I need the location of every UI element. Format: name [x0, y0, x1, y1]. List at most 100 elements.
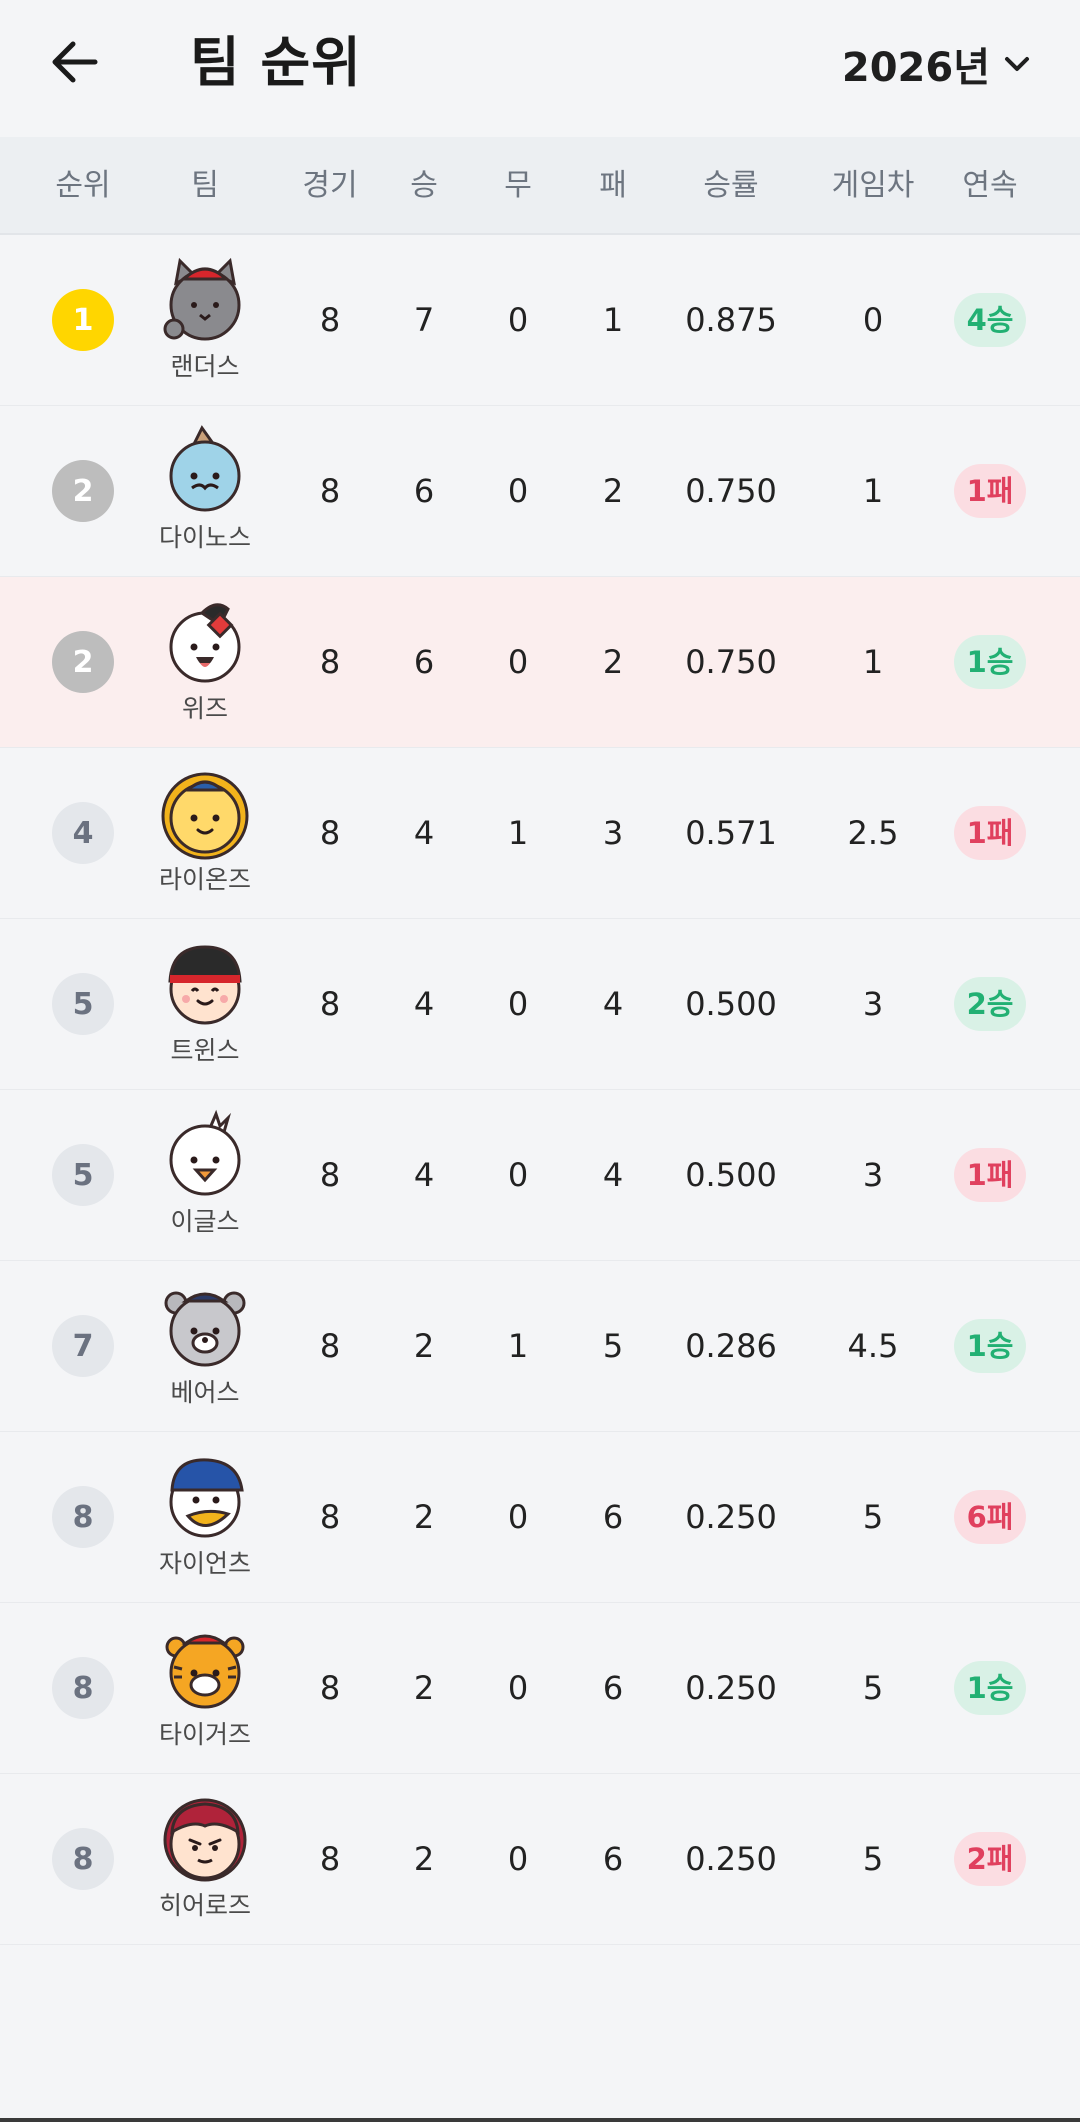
- team-row[interactable]: 1 랜더스 8 7 0 1 0.875 0 4승: [0, 235, 1080, 406]
- streak-badge: 1패: [954, 1148, 1026, 1202]
- column-games: 경기: [302, 168, 358, 203]
- wins-cell: 4: [413, 985, 435, 1023]
- losses-cell: 2: [602, 643, 624, 681]
- streak-badge: 2패: [954, 1832, 1026, 1886]
- column-team: 팀: [191, 168, 219, 203]
- team-name: 랜더스: [170, 352, 240, 381]
- games-behind-cell: 5: [862, 1840, 884, 1878]
- team-mascot-icon: [158, 1621, 252, 1715]
- draws-cell: 0: [507, 1840, 529, 1878]
- rank-badge: 8: [52, 1828, 114, 1890]
- team-mascot-icon: [158, 424, 252, 518]
- win-pct-cell: 0.500: [685, 1156, 777, 1194]
- rank-badge: 2: [52, 460, 114, 522]
- losses-cell: 1: [602, 301, 624, 339]
- rank-badge: 4: [52, 802, 114, 864]
- streak-badge: 1승: [954, 635, 1026, 689]
- draws-cell: 0: [507, 472, 529, 510]
- games-played-cell: 8: [319, 814, 341, 852]
- losses-cell: 3: [602, 814, 624, 852]
- wins-cell: 2: [413, 1327, 435, 1365]
- streak-badge: 1패: [954, 806, 1026, 860]
- page-title: 팀 순위: [190, 31, 362, 94]
- team-row[interactable]: 4 라이온즈 8 4 1 3 0.571 2.5 1패: [0, 748, 1080, 919]
- team-name: 타이거즈: [158, 1720, 252, 1749]
- draws-cell: 1: [507, 1327, 529, 1365]
- team-name: 다이노스: [158, 523, 252, 552]
- standings-column-header: 순위 팀 경기 승 무 패 승률 게임차 연속: [0, 137, 1080, 235]
- standings-list: 1 랜더스 8 7 0 1 0.875 0 4승 2 다이노스 8 6 0 2 0.750 1 1패 2 위즈 8 6 0 2…: [0, 235, 1080, 1945]
- win-pct-cell: 0.250: [685, 1498, 777, 1536]
- draws-cell: 0: [507, 1498, 529, 1536]
- losses-cell: 6: [602, 1840, 624, 1878]
- draws-cell: 0: [507, 1669, 529, 1707]
- streak-badge: 1승: [954, 1661, 1026, 1715]
- team-name: 트윈스: [170, 1036, 240, 1065]
- team-mascot-icon: [158, 1279, 252, 1373]
- column-draws: 무: [504, 168, 532, 203]
- team-name: 이글스: [170, 1207, 240, 1236]
- draws-cell: 0: [507, 643, 529, 681]
- team-name: 베어스: [170, 1378, 240, 1407]
- games-behind-cell: 4.5: [847, 1327, 899, 1365]
- team-name: 라이온즈: [158, 865, 252, 894]
- games-behind-cell: 5: [862, 1498, 884, 1536]
- team-row[interactable]: 2 위즈 8 6 0 2 0.750 1 1승: [0, 577, 1080, 748]
- team-mascot-icon: [158, 253, 252, 347]
- team-row[interactable]: 7 베어스 8 2 1 5 0.286 4.5 1승: [0, 1261, 1080, 1432]
- streak-badge: 4승: [954, 293, 1026, 347]
- team-row[interactable]: 8 히어로즈 8 2 0 6 0.250 5 2패: [0, 1774, 1080, 1945]
- streak-badge: 6패: [954, 1490, 1026, 1544]
- win-pct-cell: 0.875: [685, 301, 777, 339]
- year-selector-label: 2026년: [841, 45, 990, 91]
- losses-cell: 5: [602, 1327, 624, 1365]
- team-name: 자이언츠: [158, 1549, 252, 1578]
- team-mascot-icon: [158, 766, 252, 860]
- win-pct-cell: 0.750: [685, 472, 777, 510]
- draws-cell: 0: [507, 301, 529, 339]
- bottom-edge-bar: [0, 2118, 1080, 2122]
- games-played-cell: 8: [319, 472, 341, 510]
- team-row[interactable]: 5 이글스 8 4 0 4 0.500 3 1패: [0, 1090, 1080, 1261]
- win-pct-cell: 0.500: [685, 985, 777, 1023]
- wins-cell: 4: [413, 814, 435, 852]
- games-played-cell: 8: [319, 643, 341, 681]
- team-row[interactable]: 2 다이노스 8 6 0 2 0.750 1 1패: [0, 406, 1080, 577]
- team-row[interactable]: 8 타이거즈 8 2 0 6 0.250 5 1승: [0, 1603, 1080, 1774]
- games-behind-cell: 0: [862, 301, 884, 339]
- streak-badge: 1패: [954, 464, 1026, 518]
- win-pct-cell: 0.750: [685, 643, 777, 681]
- rank-badge: 8: [52, 1486, 114, 1548]
- games-behind-cell: 5: [862, 1669, 884, 1707]
- rank-badge: 1: [52, 289, 114, 351]
- back-button[interactable]: [40, 32, 110, 92]
- wins-cell: 2: [413, 1669, 435, 1707]
- draws-cell: 0: [507, 985, 529, 1023]
- games-played-cell: 8: [319, 1156, 341, 1194]
- column-wins: 승: [410, 168, 438, 203]
- games-played-cell: 8: [319, 1327, 341, 1365]
- games-played-cell: 8: [319, 985, 341, 1023]
- team-row[interactable]: 8 자이언츠 8 2 0 6 0.250 5 6패: [0, 1432, 1080, 1603]
- games-behind-cell: 2.5: [847, 814, 899, 852]
- games-played-cell: 8: [319, 1498, 341, 1536]
- wins-cell: 4: [413, 1156, 435, 1194]
- chevron-down-icon: [1005, 57, 1029, 71]
- app-header: 팀 순위 2026년: [0, 0, 1080, 137]
- games-behind-cell: 3: [862, 985, 884, 1023]
- rank-badge: 8: [52, 1657, 114, 1719]
- year-selector[interactable]: 2026년: [842, 36, 1030, 92]
- team-mascot-icon: [158, 1450, 252, 1544]
- rank-badge: 5: [52, 973, 114, 1035]
- games-behind-cell: 1: [862, 472, 884, 510]
- losses-cell: 4: [602, 985, 624, 1023]
- losses-cell: 6: [602, 1669, 624, 1707]
- games-played-cell: 8: [319, 1840, 341, 1878]
- games-behind-cell: 3: [862, 1156, 884, 1194]
- back-arrow-icon: [52, 41, 98, 83]
- column-streak: 연속: [962, 168, 1018, 203]
- wins-cell: 6: [413, 643, 435, 681]
- games-played-cell: 8: [319, 1669, 341, 1707]
- draws-cell: 1: [507, 814, 529, 852]
- team-row[interactable]: 5 트윈스 8 4 0 4 0.500 3 2승: [0, 919, 1080, 1090]
